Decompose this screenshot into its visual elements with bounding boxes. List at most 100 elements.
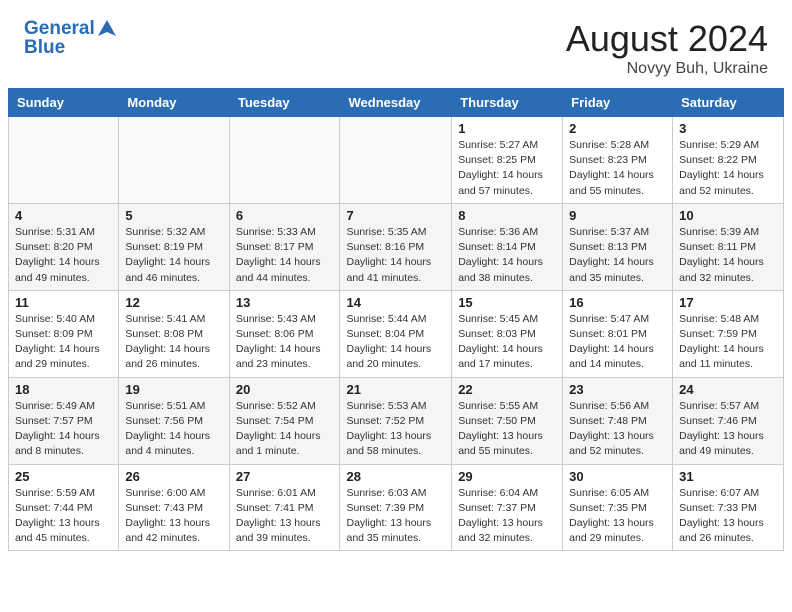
col-wednesday: Wednesday	[340, 89, 452, 117]
col-sunday: Sunday	[9, 89, 119, 117]
day-number: 15	[458, 295, 556, 310]
calendar-cell: 18Sunrise: 5:49 AMSunset: 7:57 PMDayligh…	[9, 377, 119, 464]
day-number: 1	[458, 121, 556, 136]
calendar-cell: 6 Sunrise: 5:33 AMSunset: 8:17 PMDaylight…	[229, 203, 340, 290]
calendar-cell: 24 Sunrise: 5:57 AMSunset: 7:46 PMDayligh…	[673, 377, 784, 464]
header-row: Sunday Monday Tuesday Wednesday Thursday…	[9, 89, 784, 117]
day-number: 10	[679, 208, 777, 223]
day-number: 9	[569, 208, 666, 223]
day-info: Sunrise: 6:07 AMSunset: 7:33 PMDaylight:…	[679, 486, 777, 547]
day-info: Sunrise: 5:49 AMSunset: 7:57 PMDaylight:…	[15, 399, 112, 460]
calendar-cell: 28 Sunrise: 6:03 AMSunset: 7:39 PMDayligh…	[340, 464, 452, 551]
day-number: 28	[346, 469, 445, 484]
calendar-table: Sunday Monday Tuesday Wednesday Thursday…	[8, 88, 784, 551]
day-info: Sunrise: 6:03 AMSunset: 7:39 PMDaylight:…	[346, 486, 445, 547]
calendar-cell: 9 Sunrise: 5:37 AMSunset: 8:13 PMDaylight…	[563, 203, 673, 290]
calendar-cell: 13 Sunrise: 5:43 AMSunset: 8:06 PMDayligh…	[229, 290, 340, 377]
page-header: General Blue August 2024 Novyy Buh, Ukra…	[0, 0, 792, 88]
calendar-cell	[229, 117, 340, 204]
day-number: 13	[236, 295, 334, 310]
day-info: Sunrise: 5:36 AMSunset: 8:14 PMDaylight:…	[458, 225, 556, 286]
calendar-cell: 23 Sunrise: 5:56 AMSunset: 7:48 PMDayligh…	[563, 377, 673, 464]
day-number: 11	[15, 295, 112, 310]
day-number: 6	[236, 208, 334, 223]
col-monday: Monday	[119, 89, 229, 117]
day-number: 25	[15, 469, 112, 484]
calendar-cell: 27Sunrise: 6:01 AMSunset: 7:41 PMDayligh…	[229, 464, 340, 551]
calendar-cell: 11 Sunrise: 5:40 AMSunset: 8:09 PMDayligh…	[9, 290, 119, 377]
logo: General Blue	[24, 18, 119, 59]
calendar-cell: 29 Sunrise: 6:04 AMSunset: 7:37 PMDayligh…	[452, 464, 563, 551]
day-number: 30	[569, 469, 666, 484]
day-info: Sunrise: 6:05 AMSunset: 7:35 PMDaylight:…	[569, 486, 666, 547]
day-number: 23	[569, 382, 666, 397]
day-info: Sunrise: 5:29 AMSunset: 8:22 PMDaylight:…	[679, 138, 777, 199]
day-info: Sunrise: 5:56 AMSunset: 7:48 PMDaylight:…	[569, 399, 666, 460]
calendar-cell: 17Sunrise: 5:48 AMSunset: 7:59 PMDayligh…	[673, 290, 784, 377]
calendar-cell: 12Sunrise: 5:41 AMSunset: 8:08 PMDayligh…	[119, 290, 229, 377]
day-info: Sunrise: 5:37 AMSunset: 8:13 PMDaylight:…	[569, 225, 666, 286]
main-title: August 2024	[566, 18, 768, 60]
day-info: Sunrise: 5:53 AMSunset: 7:52 PMDaylight:…	[346, 399, 445, 460]
day-info: Sunrise: 5:28 AMSunset: 8:23 PMDaylight:…	[569, 138, 666, 199]
day-number: 31	[679, 469, 777, 484]
calendar-cell: 22Sunrise: 5:55 AMSunset: 7:50 PMDayligh…	[452, 377, 563, 464]
calendar-cell: 30 Sunrise: 6:05 AMSunset: 7:35 PMDayligh…	[563, 464, 673, 551]
day-number: 16	[569, 295, 666, 310]
day-info: Sunrise: 5:33 AMSunset: 8:17 PMDaylight:…	[236, 225, 334, 286]
day-info: Sunrise: 6:00 AMSunset: 7:43 PMDaylight:…	[125, 486, 222, 547]
day-info: Sunrise: 5:43 AMSunset: 8:06 PMDaylight:…	[236, 312, 334, 373]
calendar-header: Sunday Monday Tuesday Wednesday Thursday…	[9, 89, 784, 117]
calendar-cell: 10Sunrise: 5:39 AMSunset: 8:11 PMDayligh…	[673, 203, 784, 290]
week-row-1: 4 Sunrise: 5:31 AMSunset: 8:20 PMDaylight…	[9, 203, 784, 290]
subtitle: Novyy Buh, Ukraine	[566, 60, 768, 78]
day-number: 8	[458, 208, 556, 223]
calendar-cell: 14Sunrise: 5:44 AMSunset: 8:04 PMDayligh…	[340, 290, 452, 377]
col-tuesday: Tuesday	[229, 89, 340, 117]
calendar-cell: 26 Sunrise: 6:00 AMSunset: 7:43 PMDayligh…	[119, 464, 229, 551]
day-number: 27	[236, 469, 334, 484]
day-number: 24	[679, 382, 777, 397]
day-info: Sunrise: 5:57 AMSunset: 7:46 PMDaylight:…	[679, 399, 777, 460]
calendar-cell: 25Sunrise: 5:59 AMSunset: 7:44 PMDayligh…	[9, 464, 119, 551]
day-number: 5	[125, 208, 222, 223]
day-info: Sunrise: 5:55 AMSunset: 7:50 PMDaylight:…	[458, 399, 556, 460]
week-row-0: 1 Sunrise: 5:27 AMSunset: 8:25 PMDaylight…	[9, 117, 784, 204]
day-info: Sunrise: 6:04 AMSunset: 7:37 PMDaylight:…	[458, 486, 556, 547]
calendar-cell: 19Sunrise: 5:51 AMSunset: 7:56 PMDayligh…	[119, 377, 229, 464]
day-info: Sunrise: 5:35 AMSunset: 8:16 PMDaylight:…	[346, 225, 445, 286]
day-number: 2	[569, 121, 666, 136]
col-saturday: Saturday	[673, 89, 784, 117]
day-number: 29	[458, 469, 556, 484]
calendar-cell: 15 Sunrise: 5:45 AMSunset: 8:03 PMDayligh…	[452, 290, 563, 377]
week-row-2: 11 Sunrise: 5:40 AMSunset: 8:09 PMDayligh…	[9, 290, 784, 377]
calendar-cell: 2 Sunrise: 5:28 AMSunset: 8:23 PMDaylight…	[563, 117, 673, 204]
calendar-cell	[119, 117, 229, 204]
day-number: 7	[346, 208, 445, 223]
day-number: 20	[236, 382, 334, 397]
calendar-cell: 21Sunrise: 5:53 AMSunset: 7:52 PMDayligh…	[340, 377, 452, 464]
day-number: 4	[15, 208, 112, 223]
day-info: Sunrise: 5:32 AMSunset: 8:19 PMDaylight:…	[125, 225, 222, 286]
col-thursday: Thursday	[452, 89, 563, 117]
calendar-cell: 20 Sunrise: 5:52 AMSunset: 7:54 PMDayligh…	[229, 377, 340, 464]
day-info: Sunrise: 5:40 AMSunset: 8:09 PMDaylight:…	[15, 312, 112, 373]
calendar-cell: 7 Sunrise: 5:35 AMSunset: 8:16 PMDaylight…	[340, 203, 452, 290]
calendar-body: 1 Sunrise: 5:27 AMSunset: 8:25 PMDaylight…	[9, 117, 784, 551]
day-info: Sunrise: 5:45 AMSunset: 8:03 PMDaylight:…	[458, 312, 556, 373]
day-number: 12	[125, 295, 222, 310]
day-info: Sunrise: 5:27 AMSunset: 8:25 PMDaylight:…	[458, 138, 556, 199]
day-number: 19	[125, 382, 222, 397]
day-number: 14	[346, 295, 445, 310]
calendar-cell: 31 Sunrise: 6:07 AMSunset: 7:33 PMDayligh…	[673, 464, 784, 551]
day-number: 26	[125, 469, 222, 484]
week-row-3: 18Sunrise: 5:49 AMSunset: 7:57 PMDayligh…	[9, 377, 784, 464]
day-info: Sunrise: 5:52 AMSunset: 7:54 PMDaylight:…	[236, 399, 334, 460]
calendar-cell: 8 Sunrise: 5:36 AMSunset: 8:14 PMDaylight…	[452, 203, 563, 290]
calendar-cell	[9, 117, 119, 204]
col-friday: Friday	[563, 89, 673, 117]
day-number: 3	[679, 121, 777, 136]
calendar-cell: 5 Sunrise: 5:32 AMSunset: 8:19 PMDaylight…	[119, 203, 229, 290]
calendar-wrapper: Sunday Monday Tuesday Wednesday Thursday…	[0, 88, 792, 559]
day-info: Sunrise: 5:31 AMSunset: 8:20 PMDaylight:…	[15, 225, 112, 286]
